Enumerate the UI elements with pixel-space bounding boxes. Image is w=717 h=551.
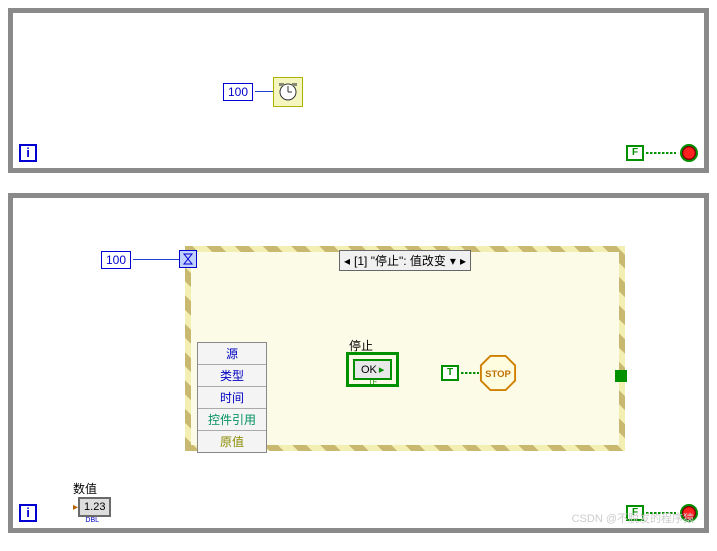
false-constant[interactable]: F [626,145,644,161]
dropdown-arrow-icon[interactable]: ▾ [450,254,456,268]
wire [646,152,676,154]
boolean-tunnel [615,370,627,382]
wait-ms-function[interactable] [273,77,303,107]
svg-text:STOP: STOP [485,369,511,380]
while-loop-1: 100 i F [8,8,709,173]
numeric-label: 数值 [73,480,111,497]
numeric-value: 1.23 [78,497,111,517]
wire [461,372,479,374]
true-constant[interactable]: T [441,365,459,381]
numeric-constant-100-timeout[interactable]: 100 [101,251,131,269]
next-case-arrow-icon[interactable]: ▸ [460,254,466,268]
loop-condition-terminal[interactable] [680,144,698,162]
event-node-type[interactable]: 类型 [198,365,266,387]
wire [133,259,185,260]
numeric-constant-100[interactable]: 100 [223,83,253,101]
stop-button-inner: OK▸ TF [355,361,390,378]
event-case-label: [1] "停止": 值改变 [354,252,446,269]
stop-primitive[interactable]: STOP [479,354,517,392]
stop-button-label: 停止 [349,337,373,354]
clock-icon [278,82,298,102]
event-node-ctlref[interactable]: 控件引用 [198,409,266,431]
iteration-terminal[interactable]: i [19,504,37,522]
event-node-time[interactable]: 时间 [198,387,266,409]
watermark: CSDN @不脱发的程序猿 [572,510,694,526]
stop-button-terminal[interactable]: 停止 OK▸ TF [346,352,399,387]
event-case-selector[interactable]: ◂ [1] "停止": 值改变 ▾ ▸ [339,250,471,271]
event-structure[interactable]: ◂ [1] "停止": 值改变 ▾ ▸ 源 类型 时间 控件引用 原值 停止 O… [185,246,625,451]
event-node-source[interactable]: 源 [198,343,266,365]
chevron-right-icon: ▸ [379,364,385,376]
while-loop-2: 100 ◂ [1] "停止": 值改变 ▾ ▸ 源 类型 时间 控件引用 原值 … [8,193,709,533]
iteration-terminal[interactable]: i [19,144,37,162]
event-node-oldval[interactable]: 原值 [198,431,266,452]
event-data-node[interactable]: 源 类型 时间 控件引用 原值 [197,342,267,453]
wire [255,91,273,92]
hourglass-icon [182,253,194,265]
numeric-indicator[interactable]: 数值 ▸ 1.23 DBL [73,480,111,524]
prev-case-arrow-icon[interactable]: ◂ [344,254,350,268]
timeout-terminal[interactable] [179,250,197,268]
